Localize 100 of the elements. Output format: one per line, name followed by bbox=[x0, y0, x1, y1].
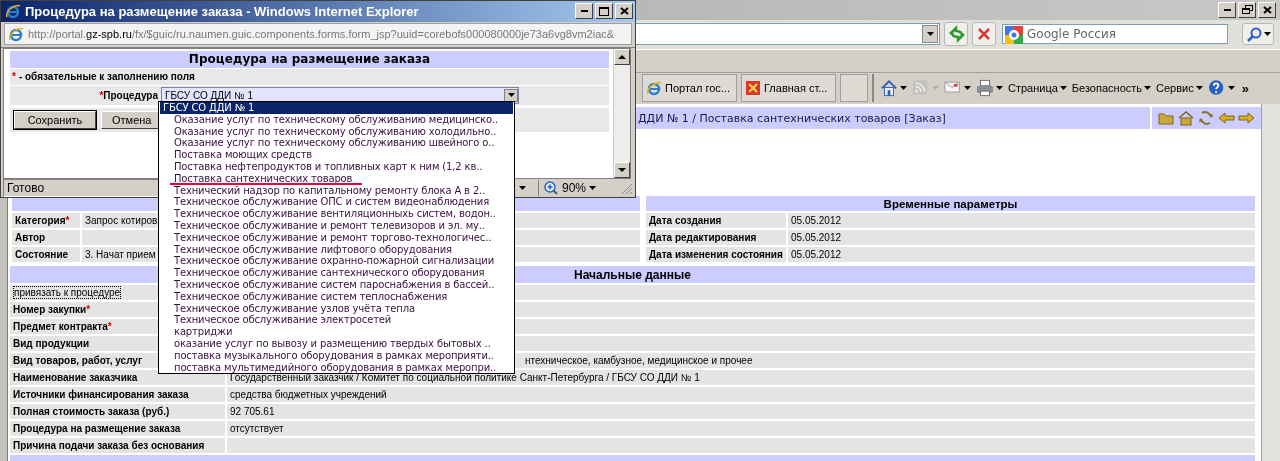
field-label: Процедура bbox=[103, 89, 158, 101]
table-cell: 05.05.2012 bbox=[788, 230, 1255, 245]
caret-icon bbox=[926, 32, 934, 37]
dropdown-button[interactable] bbox=[922, 25, 938, 44]
caret-icon bbox=[996, 86, 1003, 91]
caret-icon bbox=[1227, 86, 1235, 91]
required-mark: * bbox=[86, 304, 91, 315]
table-cell: 05.05.2012 bbox=[788, 247, 1255, 262]
zoom-button[interactable]: 90% bbox=[538, 180, 615, 196]
dropdown-option[interactable]: Техническое обслуживание систем теплоснабжения bbox=[159, 290, 514, 303]
dropdown-option[interactable]: Поставка моющих средств bbox=[159, 149, 514, 161]
resize-grip-icon bbox=[619, 181, 633, 195]
house-icon[interactable] bbox=[1178, 110, 1195, 126]
menu-button[interactable]: Сервис bbox=[1156, 82, 1203, 95]
up-arrow-icon bbox=[618, 54, 626, 59]
browser-tab[interactable]: Портал гос... bbox=[642, 74, 737, 103]
caret-icon bbox=[964, 86, 971, 91]
refresh-button[interactable] bbox=[944, 22, 968, 47]
caret-icon bbox=[507, 93, 515, 98]
field-label: Причина подачи заказа без основания bbox=[13, 440, 205, 451]
table-cell: 92 705.61 bbox=[227, 404, 1255, 419]
field-label: Полная стоимость заказа (руб.) bbox=[13, 406, 170, 417]
table-cell: 05.05.2012 bbox=[788, 213, 1255, 228]
dropdown-option[interactable]: Техническое обслуживание ОПС и систем видеонаблюдения bbox=[159, 196, 514, 209]
address-field[interactable]: http://portal.gz-spb.ru/fx/$guic/ru.naumen.guic.components.forms.form_jsp?uuid=corebofs000080000je73a6vg8vm2iac& bbox=[4, 23, 632, 46]
feed-icon bbox=[912, 79, 930, 98]
dropdown-option[interactable]: картриджи bbox=[159, 326, 514, 338]
home-button[interactable] bbox=[880, 79, 907, 98]
address-field[interactable] bbox=[636, 23, 940, 46]
globe-e-icon bbox=[646, 80, 662, 97]
overflow-button[interactable]: » bbox=[1241, 80, 1249, 96]
search-field[interactable]: Google Россия bbox=[1002, 24, 1228, 45]
table-cell: средства бюджетных учреждений bbox=[227, 387, 1255, 402]
down-arrow-icon bbox=[618, 168, 626, 172]
caret-icon bbox=[1263, 32, 1271, 37]
table-cell: отсутствует bbox=[227, 421, 1255, 436]
restore-button[interactable] bbox=[1238, 1, 1256, 18]
crest-icon bbox=[745, 80, 761, 97]
zoom-icon bbox=[543, 180, 559, 196]
close-button[interactable] bbox=[615, 3, 633, 20]
refresh-icon bbox=[947, 25, 965, 44]
folder-icon[interactable] bbox=[1158, 110, 1175, 126]
search-icon bbox=[1245, 26, 1262, 43]
stop-button[interactable] bbox=[972, 22, 996, 47]
refresh-icon[interactable] bbox=[1198, 110, 1215, 126]
caret-icon bbox=[932, 86, 939, 91]
close-icon bbox=[619, 7, 629, 16]
scroll-up-button[interactable] bbox=[614, 48, 630, 65]
dropdown-option[interactable]: Техническое обслуживание сантехнического оборудования bbox=[159, 267, 514, 279]
caret-icon bbox=[900, 86, 907, 91]
field-label: Предмет контракта bbox=[13, 321, 108, 332]
maximize-button[interactable] bbox=[595, 3, 613, 20]
field-label: Номер закупки bbox=[13, 304, 87, 315]
forward-arrow-icon[interactable] bbox=[1238, 110, 1255, 126]
field-label: Категория bbox=[15, 215, 66, 226]
required-mark: * bbox=[65, 215, 70, 226]
dropdown-option[interactable]: Поставка нефтепродуктов и топливных карт к ним (1,2 кв.. bbox=[159, 161, 514, 173]
minimize-icon bbox=[580, 10, 588, 13]
close-button[interactable] bbox=[1258, 1, 1276, 18]
printer-icon bbox=[976, 79, 994, 98]
globe-e-icon bbox=[8, 26, 24, 43]
minimize-button[interactable] bbox=[1218, 1, 1236, 18]
field-label: Процедура на размещение заказа bbox=[13, 423, 181, 434]
globe-e-icon bbox=[5, 3, 21, 20]
window-title: Процедура на размещение заказа - Windows Internet Explorer bbox=[25, 3, 420, 19]
field-label: Состояние bbox=[15, 249, 69, 260]
back-arrow-icon[interactable] bbox=[1218, 110, 1235, 126]
browser-tab[interactable]: Главная ст... bbox=[741, 74, 836, 103]
caret-icon bbox=[1059, 86, 1067, 91]
restore-icon bbox=[1241, 5, 1253, 15]
field-label: Дата изменения состояния bbox=[649, 249, 783, 260]
scroll-down-button[interactable] bbox=[614, 162, 630, 178]
save-button[interactable]: Сохранить bbox=[14, 110, 96, 129]
print-button[interactable] bbox=[976, 79, 1003, 98]
help-icon bbox=[1207, 79, 1226, 98]
field-label: Дата редактирования bbox=[649, 232, 757, 243]
field-label: Вид товаров, работ, услуг bbox=[13, 355, 143, 366]
field-label: Источники финансирования заказа bbox=[13, 389, 189, 400]
url-text: http://portal.gz-spb.ru/fx/$guic/ru.naumen.guic.components.forms.form_jsp?uuid=corebofs000080000je73a6vg8vm2iac& bbox=[28, 28, 615, 41]
dropdown-option[interactable]: Техническое обслуживание узлов учёта тепла bbox=[159, 302, 514, 315]
menu-button[interactable]: Безопасность bbox=[1071, 82, 1152, 95]
form-title: Процедура на размещение заказа bbox=[10, 50, 609, 68]
dropdown-option[interactable]: Техническое обслуживание электросетей bbox=[159, 314, 514, 327]
required-mark: * bbox=[107, 321, 112, 332]
caret-icon[interactable] bbox=[519, 186, 526, 190]
dropdown-button[interactable] bbox=[504, 88, 518, 102]
menu-button[interactable]: Страница bbox=[1008, 82, 1067, 95]
section-header: Временные параметры bbox=[646, 196, 1255, 211]
dropdown-option[interactable]: Оказание услуг по техническому обслуживанию швейного о.. bbox=[159, 137, 514, 150]
field-label: Автор bbox=[15, 232, 46, 243]
dropdown-option[interactable]: ГБСУ СО ДДИ № 1 bbox=[160, 102, 513, 114]
help-button[interactable] bbox=[1207, 79, 1235, 98]
link[interactable]: привязать к процедуре bbox=[13, 286, 122, 299]
minimize-button[interactable] bbox=[575, 3, 593, 20]
breadcrumb: ДДИ № 1 / Поставка сантехнических товаров [Заказ] bbox=[637, 111, 946, 125]
search-button[interactable] bbox=[1242, 23, 1274, 46]
maximize-icon bbox=[599, 6, 609, 16]
dropdown-option[interactable]: оказание услуг по вывозу и размещению твердых бытовых .. bbox=[159, 337, 514, 350]
field-label: Вид продукции bbox=[13, 338, 90, 349]
dropdown-option[interactable]: Техническое обслуживание и ремонт торгово-технологичес.. bbox=[159, 231, 514, 244]
